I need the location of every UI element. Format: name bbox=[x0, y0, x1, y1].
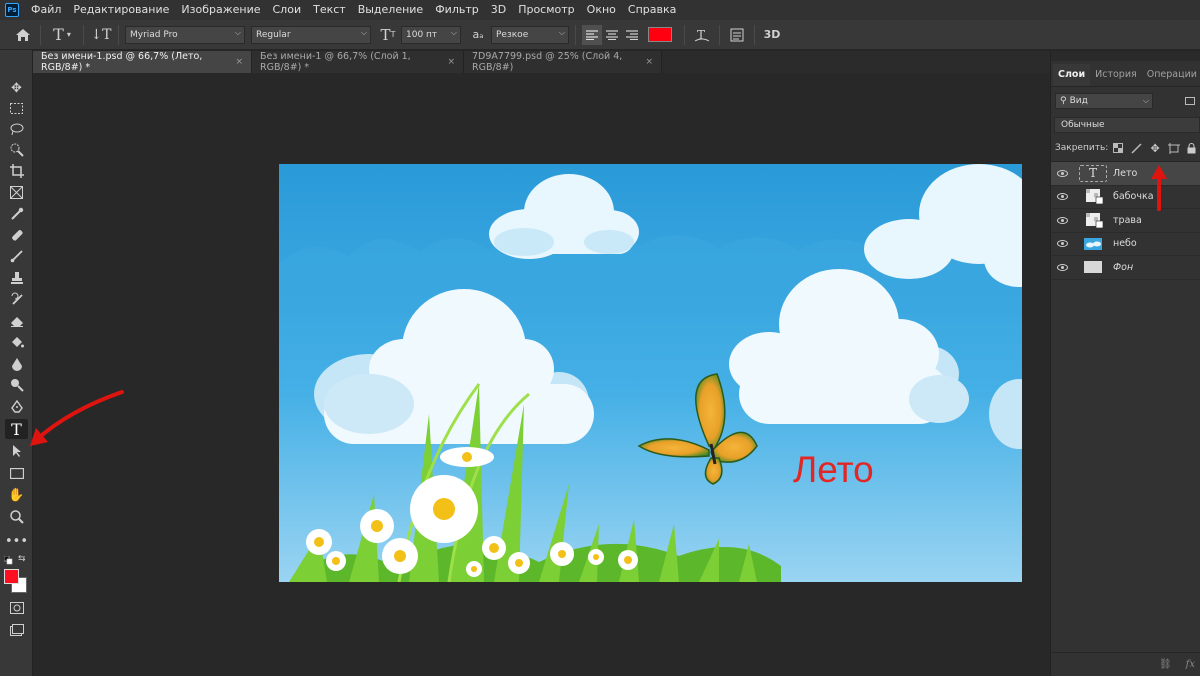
document-canvas[interactable]: Лето bbox=[279, 164, 1022, 582]
font-style-value: Regular bbox=[256, 29, 291, 40]
layer-row-sky[interactable]: небо bbox=[1051, 233, 1200, 256]
layers-list: T Лето бабочка трава небо Фон bbox=[1051, 161, 1200, 280]
layers-panel-footer: ⛓ fx bbox=[1051, 652, 1200, 676]
menu-3d[interactable]: 3D bbox=[485, 0, 512, 20]
font-style-select[interactable]: Regular ⌵ bbox=[251, 25, 371, 44]
close-icon[interactable]: × bbox=[645, 57, 653, 67]
smart-object-thumbnail-icon bbox=[1079, 188, 1107, 205]
menu-window[interactable]: Окно bbox=[581, 0, 622, 20]
tab-actions[interactable]: Операции bbox=[1142, 64, 1200, 86]
lock-transparency-icon[interactable] bbox=[1110, 140, 1126, 156]
chevron-down-icon: ⌵ bbox=[558, 27, 565, 37]
panel-tabs: Слои История Операции bbox=[1051, 61, 1200, 87]
blend-mode-row: Обычные bbox=[1051, 115, 1200, 135]
layer-filter-row: ⚲ Вид ⌵ bbox=[1051, 87, 1200, 115]
text-color-swatch[interactable] bbox=[648, 27, 672, 42]
align-right-button[interactable] bbox=[622, 25, 642, 45]
lock-artboard-icon[interactable] bbox=[1165, 140, 1181, 156]
eye-icon[interactable] bbox=[1051, 169, 1073, 177]
layer-row-butterfly[interactable]: бабочка bbox=[1051, 186, 1200, 209]
layer-row-background[interactable]: Фон bbox=[1051, 256, 1200, 280]
3d-button[interactable]: 3D bbox=[761, 24, 783, 46]
warp-text-icon[interactable]: T bbox=[691, 24, 713, 46]
layer-row-grass[interactable]: трава bbox=[1051, 209, 1200, 233]
antialias-icon: aₐ bbox=[472, 28, 484, 41]
eye-icon[interactable] bbox=[1051, 240, 1073, 248]
canvas-artwork bbox=[279, 164, 1022, 582]
link-icon[interactable]: ⛓ bbox=[1159, 659, 1172, 670]
canvas-text-summer[interactable]: Лето bbox=[793, 451, 874, 488]
image-filter-icon[interactable] bbox=[1185, 97, 1195, 105]
divider bbox=[754, 24, 755, 45]
lock-position-icon[interactable]: ✥ bbox=[1147, 140, 1163, 156]
layer-name: Лето bbox=[1113, 167, 1138, 179]
layers-panel: Слои История Операции ⚲ Вид ⌵ Обычные За… bbox=[1050, 51, 1200, 676]
lock-label: Закрепить: bbox=[1055, 143, 1109, 153]
background-thumbnail-icon bbox=[1079, 259, 1107, 276]
close-icon[interactable]: × bbox=[447, 57, 455, 67]
tab-label: Без имени-1 @ 66,7% (Слой 1, RGB/8#) * bbox=[260, 51, 411, 73]
divider bbox=[719, 24, 720, 45]
text-layer-thumbnail-icon: T bbox=[1079, 164, 1107, 182]
blend-mode-select[interactable]: Обычные bbox=[1054, 117, 1200, 133]
blend-mode-value: Обычные bbox=[1061, 120, 1105, 130]
align-center-button[interactable] bbox=[602, 25, 622, 45]
font-size-value: 100 пт bbox=[406, 29, 438, 40]
layer-row-text[interactable]: T Лето bbox=[1051, 162, 1200, 186]
antialias-value: Резкое bbox=[496, 29, 529, 40]
layer-name: Фон bbox=[1113, 261, 1134, 273]
align-left-button[interactable] bbox=[582, 24, 602, 45]
layer-name: небо bbox=[1113, 238, 1137, 250]
tab-document-3[interactable]: 7D9A7799.psd @ 25% (Слой 4, RGB/8#) × bbox=[464, 51, 662, 73]
eye-icon[interactable] bbox=[1051, 193, 1073, 201]
tab-label: 7D9A7799.psd @ 25% (Слой 4, RGB/8#) bbox=[472, 51, 623, 73]
antialias-select[interactable]: Резкое ⌵ bbox=[491, 25, 569, 44]
lock-pixels-icon[interactable] bbox=[1129, 140, 1145, 156]
layer-name: бабочка bbox=[1113, 191, 1154, 203]
red-arrow-up-annotation bbox=[1151, 165, 1167, 211]
lock-row: Закрепить: ✥ bbox=[1051, 135, 1200, 161]
menu-text[interactable]: Текст bbox=[307, 0, 352, 20]
red-arrow-annotation bbox=[30, 390, 124, 446]
chevron-down-icon: ⌵ bbox=[360, 27, 367, 37]
eye-icon[interactable] bbox=[1051, 216, 1073, 224]
layer-filter-select[interactable]: ⚲ Вид ⌵ bbox=[1055, 93, 1153, 109]
character-panel-icon[interactable] bbox=[726, 24, 748, 46]
lock-all-icon[interactable] bbox=[1184, 140, 1200, 156]
layer-name: трава bbox=[1113, 214, 1142, 226]
workspace: Лето bbox=[30, 73, 1050, 676]
tab-document-2[interactable]: Без имени-1 @ 66,7% (Слой 1, RGB/8#) * × bbox=[252, 51, 464, 73]
smart-object-thumbnail-icon bbox=[1079, 212, 1107, 229]
divider bbox=[684, 24, 685, 45]
close-icon[interactable]: × bbox=[235, 57, 243, 67]
menu-filter[interactable]: Фильтр bbox=[429, 0, 485, 20]
chevron-down-icon: ⌵ bbox=[234, 27, 241, 37]
font-size-icon: TT bbox=[380, 25, 396, 44]
layer-filter-value: Вид bbox=[1069, 96, 1088, 106]
chevron-down-icon: ⌵ bbox=[1142, 96, 1149, 105]
image-thumbnail-icon bbox=[1079, 235, 1107, 252]
menu-help[interactable]: Справка bbox=[622, 0, 682, 20]
search-icon: ⚲ bbox=[1060, 96, 1067, 106]
fx-icon[interactable]: fx bbox=[1186, 659, 1195, 670]
chevron-down-icon: ⌵ bbox=[450, 27, 457, 37]
font-size-select[interactable]: 100 пт ⌵ bbox=[401, 25, 461, 44]
menu-layers[interactable]: Слои bbox=[267, 0, 308, 20]
tab-layers[interactable]: Слои bbox=[1053, 64, 1091, 86]
panel-header-strip bbox=[1051, 51, 1200, 61]
menu-view[interactable]: Просмотр bbox=[512, 0, 580, 20]
eye-icon[interactable] bbox=[1051, 263, 1073, 271]
menu-select[interactable]: Выделение bbox=[352, 0, 430, 20]
tab-history[interactable]: История bbox=[1090, 64, 1142, 86]
divider bbox=[575, 24, 576, 45]
